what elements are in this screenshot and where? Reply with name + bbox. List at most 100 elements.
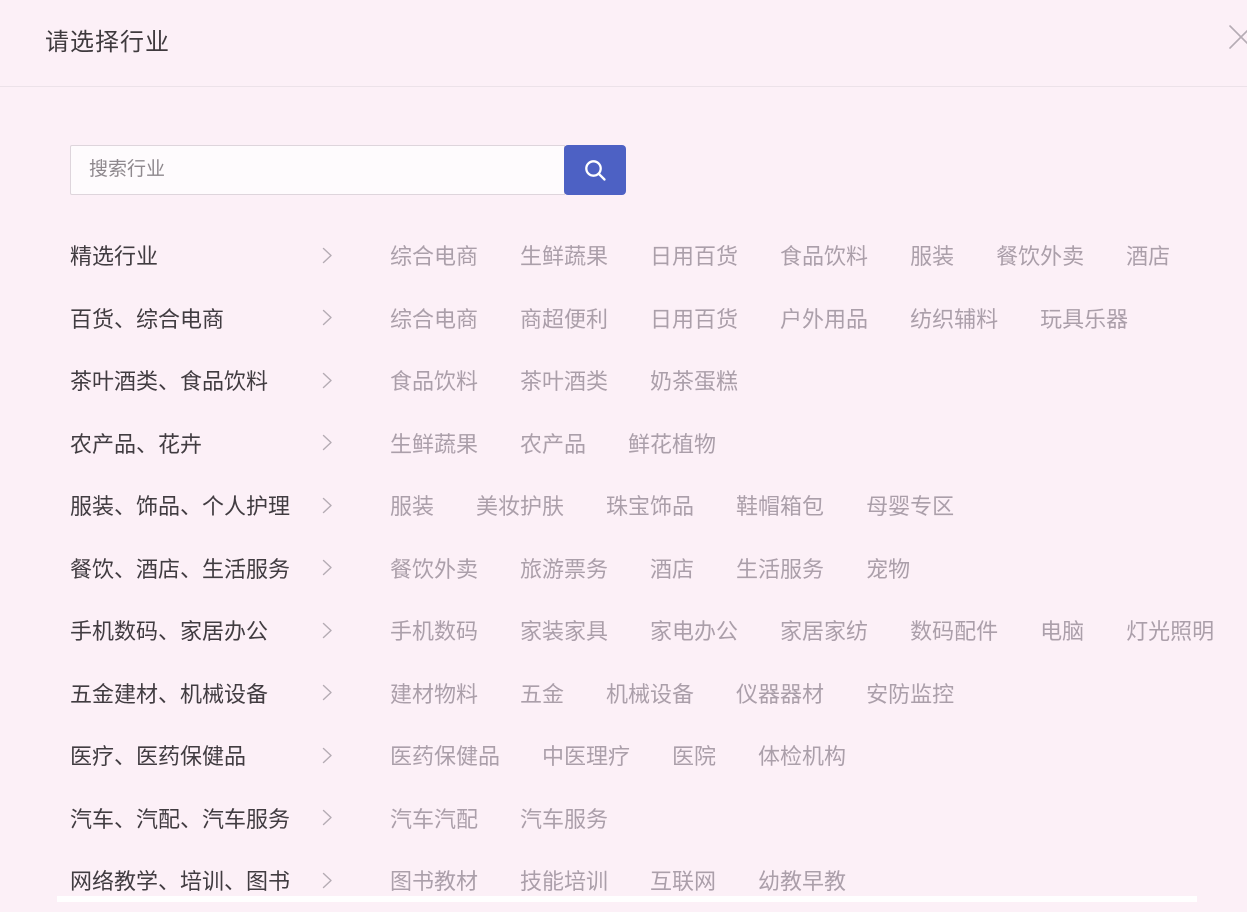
sub-item[interactable]: 餐饮外卖 bbox=[996, 239, 1084, 271]
sub-items: 建材物料 五金 机械设备 仪器器材 安防监控 bbox=[390, 677, 954, 709]
sub-item[interactable]: 户外用品 bbox=[780, 302, 868, 334]
sub-item[interactable]: 商超便利 bbox=[520, 302, 608, 334]
sub-item[interactable]: 机械设备 bbox=[606, 677, 694, 709]
category-row: 服装、饰品、个人护理 服装 美妆护肤 珠宝饰品 鞋帽箱包 母婴专区 bbox=[70, 474, 1247, 537]
sub-item[interactable]: 医药保健品 bbox=[390, 739, 500, 771]
sub-item[interactable]: 汽车汽配 bbox=[390, 802, 478, 834]
category-label[interactable]: 百货、综合电商 bbox=[70, 302, 322, 334]
sub-item[interactable]: 五金 bbox=[520, 677, 564, 709]
sub-item[interactable]: 纺织辅料 bbox=[910, 302, 998, 334]
sub-item[interactable]: 酒店 bbox=[650, 552, 694, 584]
sub-item[interactable]: 旅游票务 bbox=[520, 552, 608, 584]
category-label[interactable]: 餐饮、酒店、生活服务 bbox=[70, 552, 322, 584]
sub-item[interactable]: 生鲜蔬果 bbox=[520, 239, 608, 271]
sub-item[interactable]: 珠宝饰品 bbox=[606, 489, 694, 521]
sub-item[interactable]: 农产品 bbox=[520, 427, 586, 459]
sub-item[interactable]: 数码配件 bbox=[910, 614, 998, 646]
sub-item[interactable]: 体检机构 bbox=[758, 739, 846, 771]
sub-item[interactable]: 综合电商 bbox=[390, 239, 478, 271]
category-row: 五金建材、机械设备 建材物料 五金 机械设备 仪器器材 安防监控 bbox=[70, 662, 1247, 725]
sub-item[interactable]: 食品饮料 bbox=[780, 239, 868, 271]
sub-item[interactable]: 幼教早教 bbox=[758, 864, 846, 896]
category-label[interactable]: 茶叶酒类、食品饮料 bbox=[70, 364, 322, 396]
sub-item[interactable]: 奶茶蛋糕 bbox=[650, 364, 738, 396]
category-row: 茶叶酒类、食品饮料 食品饮料 茶叶酒类 奶茶蛋糕 bbox=[70, 349, 1247, 412]
sub-item[interactable]: 家居家纺 bbox=[780, 614, 868, 646]
category-row: 百货、综合电商 综合电商 商超便利 日用百货 户外用品 纺织辅料 玩具乐器 bbox=[70, 287, 1247, 350]
category-row: 农产品、花卉 生鲜蔬果 农产品 鲜花植物 bbox=[70, 412, 1247, 475]
sub-item[interactable]: 综合电商 bbox=[390, 302, 478, 334]
chevron-right-icon bbox=[322, 372, 390, 389]
category-label[interactable]: 精选行业 bbox=[70, 239, 322, 271]
category-label[interactable]: 服装、饰品、个人护理 bbox=[70, 489, 322, 521]
page-background-strip bbox=[57, 896, 1197, 902]
category-label[interactable]: 医疗、医药保健品 bbox=[70, 739, 322, 771]
sub-item[interactable]: 家装家具 bbox=[520, 614, 608, 646]
sub-item[interactable]: 服装 bbox=[910, 239, 954, 271]
sub-item[interactable]: 生活服务 bbox=[736, 552, 824, 584]
sub-item[interactable]: 服装 bbox=[390, 489, 434, 521]
category-row: 医疗、医药保健品 医药保健品 中医理疗 医院 体检机构 bbox=[70, 724, 1247, 787]
sub-item[interactable]: 日用百货 bbox=[650, 239, 738, 271]
sub-item[interactable]: 技能培训 bbox=[520, 864, 608, 896]
sub-item[interactable]: 食品饮料 bbox=[390, 364, 478, 396]
sub-item[interactable]: 图书教材 bbox=[390, 864, 478, 896]
sub-item[interactable]: 宠物 bbox=[866, 552, 910, 584]
category-label[interactable]: 农产品、花卉 bbox=[70, 427, 322, 459]
sub-item[interactable]: 餐饮外卖 bbox=[390, 552, 478, 584]
chevron-right-icon bbox=[322, 497, 390, 514]
sub-item[interactable]: 美妆护肤 bbox=[476, 489, 564, 521]
chevron-right-icon bbox=[322, 559, 390, 576]
sub-item[interactable]: 建材物料 bbox=[390, 677, 478, 709]
chevron-right-icon bbox=[322, 622, 390, 639]
sub-items: 生鲜蔬果 农产品 鲜花植物 bbox=[390, 427, 716, 459]
sub-item[interactable]: 母婴专区 bbox=[866, 489, 954, 521]
sub-items: 医药保健品 中医理疗 医院 体检机构 bbox=[390, 739, 846, 771]
chevron-right-icon bbox=[322, 809, 390, 826]
sub-item[interactable]: 鞋帽箱包 bbox=[736, 489, 824, 521]
modal-title: 请选择行业 bbox=[45, 22, 170, 57]
category-row: 餐饮、酒店、生活服务 餐饮外卖 旅游票务 酒店 生活服务 宠物 bbox=[70, 537, 1247, 600]
sub-item[interactable]: 酒店 bbox=[1126, 239, 1170, 271]
sub-item[interactable]: 生鲜蔬果 bbox=[390, 427, 478, 459]
sub-item[interactable]: 医院 bbox=[672, 739, 716, 771]
sub-item[interactable]: 茶叶酒类 bbox=[520, 364, 608, 396]
search-icon bbox=[581, 156, 609, 184]
chevron-right-icon bbox=[322, 309, 390, 326]
sub-items: 汽车汽配 汽车服务 bbox=[390, 802, 608, 834]
close-icon[interactable] bbox=[1226, 22, 1247, 52]
search-button[interactable] bbox=[564, 145, 626, 195]
category-row: 精选行业 综合电商 生鲜蔬果 日用百货 食品饮料 服装 餐饮外卖 酒店 bbox=[70, 224, 1247, 287]
sub-item[interactable]: 汽车服务 bbox=[520, 802, 608, 834]
industry-select-modal: { "modal": { "title": "请选择行业" }, "search… bbox=[0, 0, 1247, 902]
category-list: 精选行业 综合电商生鲜蔬果日用百货食品饮料服装餐饮外卖酒店 百货、综合电商 综合… bbox=[70, 224, 1247, 912]
category-label[interactable]: 手机数码、家居办公 bbox=[70, 614, 322, 646]
sub-item[interactable]: 家电办公 bbox=[650, 614, 738, 646]
sub-items: 综合电商 生鲜蔬果 日用百货 食品饮料 服装 餐饮外卖 酒店 bbox=[390, 239, 1170, 271]
sub-items: 服装 美妆护肤 珠宝饰品 鞋帽箱包 母婴专区 bbox=[390, 489, 954, 521]
category-label[interactable]: 网络教学、培训、图书 bbox=[70, 864, 322, 896]
sub-item[interactable]: 互联网 bbox=[650, 864, 716, 896]
category-label[interactable]: 汽车、汽配、汽车服务 bbox=[70, 802, 322, 834]
search-bar bbox=[70, 145, 626, 195]
sub-items: 餐饮外卖 旅游票务 酒店 生活服务 宠物 bbox=[390, 552, 910, 584]
sub-item[interactable]: 电脑 bbox=[1040, 614, 1084, 646]
modal-header: 请选择行业 bbox=[0, 0, 1247, 87]
category-label[interactable]: 五金建材、机械设备 bbox=[70, 677, 322, 709]
chevron-right-icon bbox=[322, 434, 390, 451]
sub-item[interactable]: 日用百货 bbox=[650, 302, 738, 334]
sub-item[interactable]: 安防监控 bbox=[866, 677, 954, 709]
sub-item[interactable]: 中医理疗 bbox=[542, 739, 630, 771]
category-row: 手机数码、家居办公 手机数码 家装家具 家电办公 家居家纺 数码配件 电脑 灯光照明 bbox=[70, 599, 1247, 662]
sub-item[interactable]: 鲜花植物 bbox=[628, 427, 716, 459]
chevron-right-icon bbox=[322, 747, 390, 764]
sub-item[interactable]: 仪器器材 bbox=[736, 677, 824, 709]
sub-items: 图书教材 技能培训 互联网 幼教早教 bbox=[390, 864, 846, 896]
category-row: 汽车、汽配、汽车服务 汽车汽配 汽车服务 bbox=[70, 787, 1247, 850]
chevron-right-icon bbox=[322, 684, 390, 701]
search-input[interactable] bbox=[70, 145, 565, 195]
chevron-right-icon bbox=[322, 872, 390, 889]
sub-item[interactable]: 灯光照明 bbox=[1126, 614, 1214, 646]
sub-item[interactable]: 手机数码 bbox=[390, 614, 478, 646]
sub-item[interactable]: 玩具乐器 bbox=[1040, 302, 1128, 334]
